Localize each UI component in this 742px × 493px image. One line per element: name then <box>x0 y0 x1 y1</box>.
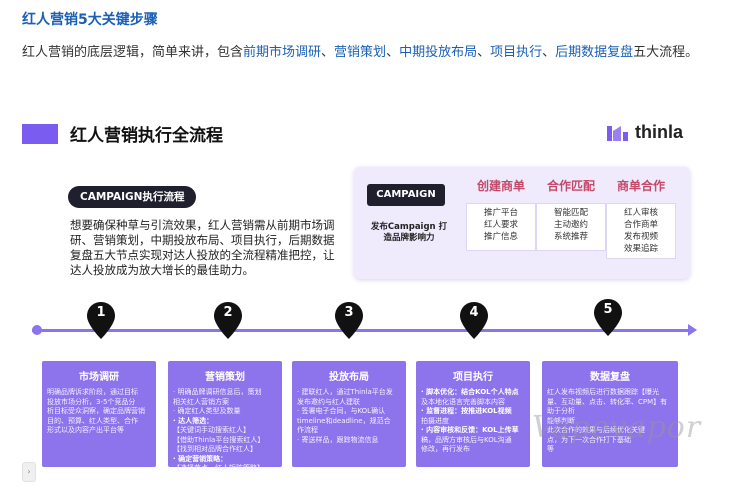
card-line: 析目标受众洞察，确定品牌营销 <box>47 407 145 415</box>
card-line: 及本地化语言完善脚本内容 <box>421 397 505 406</box>
card-line: 修改，再行发布 <box>421 445 470 453</box>
card-heading: 投放布局 <box>329 372 369 383</box>
card-line: 投放市场分析，3-5个竞品分 <box>47 397 136 406</box>
campaign-subtitle: 发布Campaign 打造品牌影响力 <box>370 222 448 243</box>
card-body: · 脚本优化：结合KOL个人特点 及本地化语言完善脚本内容 · 监督进程：按推进… <box>421 388 525 455</box>
column-item: 发布视频 <box>623 232 658 242</box>
panel-column-match: 合作匹配 智能匹配 主动邀约 系统推荐 <box>536 177 606 251</box>
card-line: 明确品牌诉求阶段，通过目标 <box>47 388 138 396</box>
campaign-flow-pill: CAMPAIGN执行流程 <box>68 186 197 208</box>
campaign-pill: CAMPAIGN <box>367 184 445 206</box>
vapevapor-watermark: Vapevapor <box>532 410 702 445</box>
step-marker-1: 1 <box>86 301 116 341</box>
column-heading: 合作匹配 <box>546 179 595 193</box>
intro-link-placement[interactable]: 中期投放布局 <box>399 45 477 60</box>
step-marker-5: 5 <box>593 298 623 338</box>
card-heading: 数据复盘 <box>590 372 630 383</box>
card-line: · 监督进程：按推进KOL视频 <box>421 407 512 415</box>
card-line: 目的、预算、红人类型、合作 <box>47 416 138 425</box>
card-line: 发布邀约与红人建联 <box>297 397 360 406</box>
column-item: 红人要求 <box>483 220 518 230</box>
card-line: · 确定营销策略： <box>173 454 228 463</box>
intro-link-review[interactable]: 后期数据复盘 <box>555 45 633 60</box>
article-title: 红人营销5大关键步骤 <box>22 12 158 28</box>
expand-chevron-icon[interactable]: › <box>22 462 36 482</box>
step-card-research: 市场调研 明确品牌诉求阶段，通过目标 投放市场分析，3-5个竞品分 析目标受众洞… <box>42 361 156 467</box>
card-line: 相关红人营销方案 <box>173 397 229 406</box>
card-line: · 建联红人，通过Thinla平台发 <box>297 388 393 396</box>
step-marker-2: 2 <box>213 301 243 341</box>
card-heading: 项目执行 <box>453 372 493 383</box>
card-line: · 明确品牌调研信息后，策划 <box>173 388 262 396</box>
column-item: 推广信息 <box>483 232 518 242</box>
card-line: 【借助Thinla平台搜索红人】 <box>173 435 265 444</box>
column-item: 系统推荐 <box>553 232 588 242</box>
column-item: 主动邀约 <box>553 220 588 230</box>
column-heading: 商单合作 <box>616 179 665 193</box>
step-number: 3 <box>344 305 354 320</box>
intro-prefix: 红人营销的底层逻辑，简单来讲，包含 <box>22 45 244 60</box>
intro-sep: 、 <box>386 45 400 60</box>
column-item: 红人审核 <box>623 208 658 218</box>
card-line: 拍摄进度 <box>421 416 449 425</box>
card-heading: 市场调研 <box>79 372 119 383</box>
flow-description: 想要确保种草与引流效果，红人营销需从前期市场调研、营销策划，中期投放布局、项目执… <box>70 218 335 277</box>
card-line: 【关键词手动搜索红人】 <box>173 426 250 434</box>
intro-sep: 、 <box>542 45 556 60</box>
intro-sep: 、 <box>321 45 335 60</box>
column-heading: 创建商单 <box>476 179 525 193</box>
intro-link-execution[interactable]: 项目执行 <box>490 45 542 60</box>
step-card-placement: 投放布局 · 建联红人，通过Thinla平台发 发布邀约与红人建联 · 签署电子… <box>292 361 406 467</box>
card-line: 红人发布视频后进行数据跟踪【曝光 <box>547 388 659 396</box>
thinla-logo: thinla <box>606 122 683 143</box>
title-accent-bar <box>22 124 58 144</box>
card-line: 形式以及内容产出平台等 <box>47 426 124 434</box>
card-body: · 明确品牌调研信息后，策划 相关红人营销方案 · 确定红人类型及数量 · 达人… <box>173 388 277 474</box>
card-line: · 签署电子合同，与KOL确认 <box>297 407 386 415</box>
intro-sep: 、 <box>477 45 491 60</box>
step-marker-3: 3 <box>334 301 364 341</box>
step-number: 5 <box>603 302 613 317</box>
thinla-logo-icon <box>607 125 628 141</box>
column-box: 智能匹配 主动邀约 系统推荐 <box>536 203 606 251</box>
card-line: 作流程 <box>297 426 318 434</box>
column-item: 推广平台 <box>483 208 518 218</box>
card-line: · 达人筛选： <box>173 416 214 425</box>
step-number: 1 <box>96 305 106 320</box>
timeline-start-dot <box>32 325 42 335</box>
intro-link-planning[interactable]: 营销策划 <box>334 45 386 60</box>
card-line: · 脚本优化：结合KOL个人特点 <box>421 388 519 396</box>
slide-title: 红人营销执行全流程 <box>70 126 223 146</box>
step-card-execution: 项目执行 · 脚本优化：结合KOL个人特点 及本地化语言完善脚本内容 · 监督进… <box>416 361 530 467</box>
campaign-panel: CAMPAIGN 发布Campaign 打造品牌影响力 创建商单 推广平台 红人… <box>354 167 690 279</box>
card-line: 【选择节点、红人矩阵策略】 <box>173 464 264 472</box>
logo-text: thinla <box>635 122 683 142</box>
card-line: 等 <box>547 445 554 453</box>
column-item: 效果追踪 <box>623 244 658 254</box>
panel-column-cooperate: 商单合作 红人审核 合作商单 发布视频 效果追踪 <box>606 177 676 259</box>
intro-link-research[interactable]: 前期市场调研 <box>243 45 321 60</box>
card-line: timeline和deadline，规范合 <box>297 416 391 425</box>
card-line: · 确定红人类型及数量 <box>173 407 241 415</box>
timeline-arrow-icon <box>688 324 697 336</box>
card-line: 稿，品牌方审核后与KOL沟通 <box>421 435 512 444</box>
step-card-planning: 营销策划 · 明确品牌调研信息后，策划 相关红人营销方案 · 确定红人类型及数量… <box>168 361 282 472</box>
card-body: · 建联红人，通过Thinla平台发 发布邀约与红人建联 · 签署电子合同，与K… <box>297 388 401 445</box>
card-line: · 内容审核和反馈：KOL上传草 <box>421 426 519 434</box>
intro-suffix: 五大流程。 <box>633 45 699 60</box>
step-number: 2 <box>223 305 233 320</box>
card-body: 明确品牌诉求阶段，通过目标 投放市场分析，3-5个竞品分 析目标受众洞察，确定品… <box>47 388 151 436</box>
step-number: 4 <box>469 305 479 320</box>
column-box: 红人审核 合作商单 发布视频 效果追踪 <box>606 203 676 259</box>
step-marker-4: 4 <box>459 301 489 341</box>
panel-column-create: 创建商单 推广平台 红人要求 推广信息 <box>466 177 536 251</box>
column-item: 智能匹配 <box>553 208 588 218</box>
column-item: 合作商单 <box>623 220 658 230</box>
card-line: · 寄送样品，跟踪物流信息 <box>297 435 379 444</box>
column-box: 推广平台 红人要求 推广信息 <box>466 203 536 251</box>
card-line: 【找到相对品牌合作红人】 <box>173 445 257 453</box>
card-heading: 营销策划 <box>205 372 245 383</box>
article-intro: 红人营销的底层逻辑，简单来讲，包含前期市场调研、营销策划、中期投放布局、项目执行… <box>22 40 722 65</box>
